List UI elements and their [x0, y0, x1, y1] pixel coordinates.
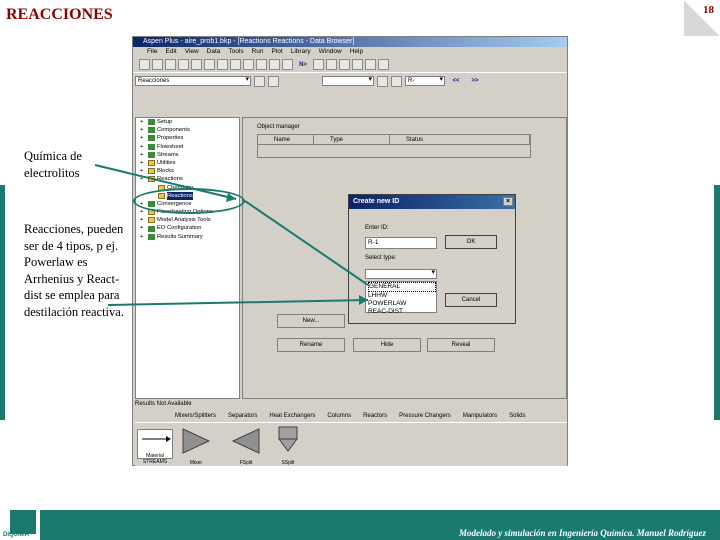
university-logo	[10, 510, 36, 534]
annotation-reaction-types: Reacciones, pueden ser de 4 tipos, p ej.…	[24, 222, 124, 319]
footer-text: Modelado y simulación en Ingeniería Quím…	[458, 528, 706, 538]
arrow-line-2	[244, 200, 369, 286]
arrowhead-3	[359, 295, 368, 305]
logo-label: DIQUIMA	[3, 532, 29, 538]
arrowhead-1	[226, 193, 236, 202]
arrow-line-3	[107, 299, 369, 306]
arrow-line-1	[94, 164, 237, 200]
annotation-electrolytes: Química de electrolitos	[24, 149, 82, 180]
